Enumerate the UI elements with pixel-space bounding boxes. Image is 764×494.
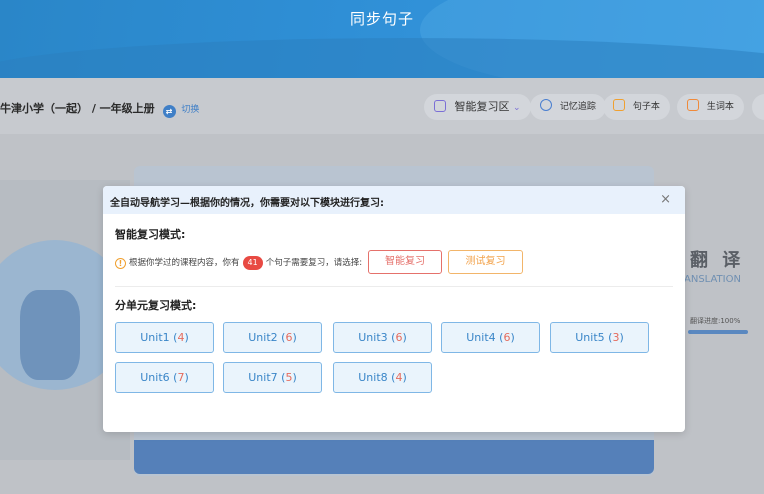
unit-count: 3 (612, 331, 620, 344)
modal-header: 全自动导航学习—根据你的情况，你需要对以下模块进行复习: × (103, 186, 685, 214)
clock-icon (434, 100, 446, 112)
more-button[interactable] (752, 94, 764, 120)
unit-button-6[interactable]: Unit6 (7) (115, 362, 214, 393)
memory-tracking-label: 记忆追踪 (559, 102, 596, 112)
header-wave (0, 38, 764, 78)
illustration-figure (20, 290, 80, 380)
book-icon (687, 99, 699, 111)
review-notice: ! 根据你学过的课程内容，你有 41 个句子需要复习，请选择: (115, 256, 362, 270)
ai-icon (540, 99, 552, 111)
unit-name: Unit6 (140, 371, 170, 384)
unit-count: 7 (177, 371, 185, 384)
smart-review-zone-menu[interactable]: 智能复习区 ⌄ (424, 94, 531, 120)
review-modal: 全自动导航学习—根据你的情况，你需要对以下模块进行复习: × 智能复习模式: !… (103, 186, 685, 432)
unit-section-title: 分单元复习模式: (115, 299, 197, 312)
vocab-book-label: 生词本 (706, 102, 734, 112)
smart-review-zone-label: 智能复习区 (454, 100, 510, 113)
divider (115, 286, 673, 287)
toolbar: 牛津小学（一起） / 一年级上册 ⇄ 切换 智能复习区 ⌄ 记忆追踪 句子本 生… (0, 78, 764, 134)
unit-name: Unit7 (248, 371, 278, 384)
smart-review-button[interactable]: 智能复习 (368, 250, 442, 274)
unit-button-5[interactable]: Unit5 (3) (550, 322, 649, 353)
translate-progress-label: 翻译进度:100% (690, 317, 741, 325)
modal-title: 全自动导航学习—根据你的情况，你需要对以下模块进行复习: (110, 198, 384, 209)
unit-count: 6 (285, 331, 293, 344)
unit-count: 6 (395, 331, 403, 344)
unit-button-2[interactable]: Unit2 (6) (223, 322, 322, 353)
breadcrumb: 牛津小学（一起） / 一年级上册 ⇄ 切换 (0, 100, 199, 118)
unit-name: Unit5 (575, 331, 605, 344)
unit-button-1[interactable]: Unit1 (4) (115, 322, 214, 353)
translate-heading: 翻 译 (690, 250, 745, 271)
app-header: 同步句子 (0, 0, 764, 78)
unit-button-8[interactable]: Unit8 (4) (333, 362, 432, 393)
unit-count: 4 (177, 331, 185, 344)
switch-link[interactable]: 切换 (181, 105, 199, 115)
breadcrumb-text: 牛津小学（一起） / 一年级上册 (0, 102, 155, 115)
unit-name: Unit2 (248, 331, 278, 344)
sentence-book-button[interactable]: 句子本 (603, 94, 670, 120)
sentence-count-badge: 41 (242, 256, 263, 270)
unit-count: 6 (503, 331, 511, 344)
unit-count: 5 (285, 371, 293, 384)
test-review-button[interactable]: 测试复习 (448, 250, 523, 274)
vocab-book-button[interactable]: 生词本 (677, 94, 744, 120)
notebook-icon (613, 99, 625, 111)
smart-section-title: 智能复习模式: (115, 228, 186, 241)
notice-suffix: 个句子需要复习，请选择: (265, 258, 363, 268)
sentence-book-label: 句子本 (632, 102, 660, 112)
unit-name: Unit4 (466, 331, 496, 344)
unit-button-4[interactable]: Unit4 (6) (441, 322, 540, 353)
memory-tracking-button[interactable]: 记忆追踪 (530, 94, 606, 120)
unit-name: Unit3 (358, 331, 388, 344)
page-title: 同步句子 (349, 10, 414, 28)
unit-name: Unit8 (358, 371, 388, 384)
unit-count: 4 (395, 371, 403, 384)
notice-prefix: 根据你学过的课程内容，你有 (129, 258, 240, 268)
chevron-down-icon: ⌄ (513, 103, 521, 113)
translate-subheading: ANSLATION (684, 274, 741, 285)
unit-name: Unit1 (140, 331, 170, 344)
switch-icon[interactable]: ⇄ (162, 105, 176, 118)
unit-button-7[interactable]: Unit7 (5) (223, 362, 322, 393)
warning-icon: ! (115, 258, 126, 269)
unit-button-3[interactable]: Unit3 (6) (333, 322, 432, 353)
background-card-footer (134, 440, 654, 474)
translate-progress-bar (688, 330, 748, 334)
close-icon[interactable]: × (660, 192, 671, 207)
